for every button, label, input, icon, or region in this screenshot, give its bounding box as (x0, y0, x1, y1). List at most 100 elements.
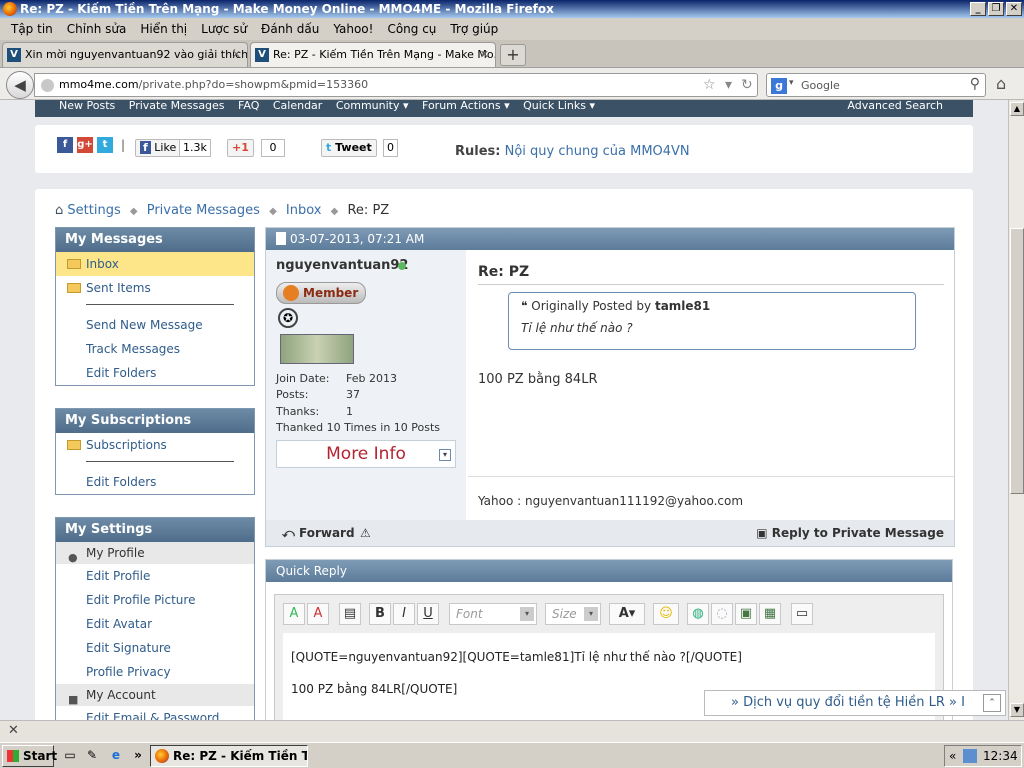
menu-yahoo[interactable]: Yahoo! (326, 22, 380, 36)
tab-current[interactable]: V Re: PZ - Kiếm Tiền Trên Mạng - Make Mo… (250, 42, 496, 67)
twitter-icon[interactable]: t (97, 137, 113, 153)
taskbar-item-firefox[interactable]: Re: PZ - Kiếm Tiền Trê... (150, 745, 308, 767)
reply-button[interactable]: ▣ Reply to Private Message (756, 520, 944, 546)
scroll-thumb[interactable] (1010, 228, 1024, 494)
back-button[interactable]: ◀ (6, 71, 34, 99)
crumb-inbox[interactable]: Inbox (286, 203, 322, 218)
internet-explorer-icon[interactable]: e (108, 748, 124, 764)
font-format-icon[interactable]: A (307, 603, 329, 625)
facebook-icon[interactable]: f (57, 137, 73, 153)
show-desktop-icon[interactable]: ▭ (62, 748, 78, 764)
nav-advanced-search[interactable]: Advanced Search (847, 100, 943, 111)
username-link[interactable]: nguyenvantuan92 (276, 258, 408, 273)
close-addon-bar-icon[interactable]: ✕ (8, 723, 19, 738)
search-icon[interactable]: ⚲ (970, 76, 980, 92)
notepad-icon[interactable]: ✎ (84, 748, 100, 764)
dropdown-icon: ▾ (584, 607, 598, 621)
tray-expand-icon[interactable]: « (949, 746, 956, 766)
sidebar-item-inbox[interactable]: Inbox (56, 252, 254, 276)
search-bar[interactable]: g ▾ Google ⚲ (766, 73, 986, 97)
text-color-button[interactable]: A▾ (609, 603, 645, 625)
nav-quick-links[interactable]: Quick Links ▾ (523, 100, 595, 112)
quote-icon[interactable]: ▭ (791, 603, 813, 625)
tab-close-icon[interactable]: ✕ (480, 43, 489, 67)
bold-button[interactable]: B (369, 603, 391, 625)
scroll-top-icon[interactable]: ⌃ (983, 694, 1001, 712)
nav-forum-actions[interactable]: Forum Actions ▾ (422, 100, 510, 112)
menu-view[interactable]: Hiển thị (133, 22, 194, 36)
sidebar-item-send-new[interactable]: Send New Message (56, 313, 254, 337)
rules-link[interactable]: Nội quy chung của MMO4VN (505, 144, 690, 159)
crumb-private-messages[interactable]: Private Messages (147, 203, 260, 218)
nav-private-messages[interactable]: Private Messages (129, 100, 225, 112)
ticker-text[interactable]: » Dịch vụ quy đổi tiền tệ Hiền LR » I (731, 695, 965, 710)
quote-author[interactable]: tamle81 (655, 299, 710, 313)
history-dropdown-icon[interactable]: ▾ (725, 77, 732, 93)
menu-bookmarks[interactable]: Đánh dấu (254, 22, 326, 36)
underline-button[interactable]: U (417, 603, 439, 625)
forward-button[interactable]: ⤺ Forward (282, 520, 355, 546)
sidebar-item-track[interactable]: Track Messages (56, 337, 254, 361)
clock[interactable]: 12:34 (983, 749, 1018, 763)
remove-format-icon[interactable]: A (283, 603, 305, 625)
tab-close-icon[interactable]: ✕ (232, 43, 241, 67)
sidebar-item-edit-avatar[interactable]: Edit Avatar (56, 612, 254, 636)
scroll-up-icon[interactable]: ▲ (1010, 102, 1024, 116)
sidebar-item-profile-privacy[interactable]: Profile Privacy (56, 660, 254, 684)
menu-help[interactable]: Trợ giúp (443, 22, 505, 36)
sidebar-item-sent[interactable]: Sent Items (56, 276, 254, 300)
engine-dropdown-icon[interactable]: ▾ (789, 78, 794, 88)
reload-icon[interactable]: ↻ (741, 77, 753, 93)
maximize-button[interactable]: ❐ (988, 2, 1004, 16)
tab-bar: V Xin mời nguyenvantuan92 vào giải thích… (0, 40, 1024, 68)
home-icon[interactable]: ⌂ (996, 74, 1006, 93)
insert-video-icon[interactable]: ▦ (759, 603, 781, 625)
url-text[interactable]: mmo4me.com/private.php?do=showpm&pmid=15… (59, 78, 368, 91)
close-button[interactable]: ✕ (1006, 2, 1022, 16)
menu-edit[interactable]: Chỉnh sửa (60, 22, 134, 36)
nav-community[interactable]: Community ▾ (336, 100, 409, 112)
tab-invite[interactable]: V Xin mời nguyenvantuan92 vào giải thích… (2, 42, 248, 67)
paste-icon[interactable]: ▤ (339, 603, 361, 625)
nav-faq[interactable]: FAQ (238, 100, 259, 112)
url-bar[interactable]: mmo4me.com/private.php?do=showpm&pmid=15… (34, 73, 758, 97)
scroll-down-icon[interactable]: ▼ (1010, 703, 1024, 717)
more-info-button[interactable]: More Info ▾ (276, 440, 456, 468)
bookmark-star-icon[interactable]: ☆ (703, 77, 716, 93)
network-icon[interactable] (963, 749, 977, 763)
tweet-button[interactable]: t Tweet (321, 139, 377, 157)
sidebar-item-subscriptions[interactable]: Subscriptions (56, 433, 254, 457)
new-tab-button[interactable]: + (500, 44, 526, 66)
google-icon[interactable]: g (771, 78, 787, 94)
report-warning-icon[interactable]: ⚠ (360, 520, 371, 546)
vertical-scrollbar[interactable]: ▲ ▼ (1008, 100, 1024, 720)
minimize-button[interactable]: _ (970, 2, 986, 16)
quote-box: ❝ Originally Posted by tamle81 Tỉ lệ như… (508, 292, 916, 350)
sidebar-item-edit-email-password[interactable]: Edit Email & Password (56, 706, 254, 720)
menu-file[interactable]: Tập tin (4, 22, 60, 36)
home-icon[interactable]: ⌂ (55, 203, 63, 218)
insert-image-icon[interactable]: ▣ (735, 603, 757, 625)
nav-calendar[interactable]: Calendar (273, 100, 322, 112)
smiley-icon[interactable]: ☺ (653, 603, 679, 625)
font-select[interactable]: Font ▾ (449, 603, 537, 625)
menu-history[interactable]: Lược sử (194, 22, 254, 36)
crumb-settings[interactable]: Settings (67, 203, 120, 218)
google-plus-icon[interactable]: g+ (77, 137, 93, 153)
nav-new-posts[interactable]: New Posts (59, 100, 115, 112)
sidebar-item-edit-signature[interactable]: Edit Signature (56, 636, 254, 660)
fb-like-button[interactable]: f Like (135, 139, 182, 157)
size-select[interactable]: Size ▾ (545, 603, 601, 625)
sidebar-item-edit-folders[interactable]: Edit Folders (56, 361, 254, 385)
google-plus-one-button[interactable]: +1 (227, 139, 254, 157)
insert-link-icon[interactable]: ◍ (687, 603, 709, 625)
floating-ticker[interactable]: » Dịch vụ quy đổi tiền tệ Hiền LR » I ⌃ (704, 690, 1006, 716)
start-button[interactable]: Start (2, 745, 57, 767)
sidebar-item-edit-profile-picture[interactable]: Edit Profile Picture (56, 588, 254, 612)
sidebar-item-edit-folders[interactable]: Edit Folders (56, 470, 254, 494)
sidebar-item-edit-profile[interactable]: Edit Profile (56, 564, 254, 588)
quick-launch-more-icon[interactable]: » (130, 748, 146, 764)
remove-link-icon[interactable]: ◌ (711, 603, 733, 625)
italic-button[interactable]: I (393, 603, 415, 625)
menu-tools[interactable]: Công cụ (380, 22, 443, 36)
